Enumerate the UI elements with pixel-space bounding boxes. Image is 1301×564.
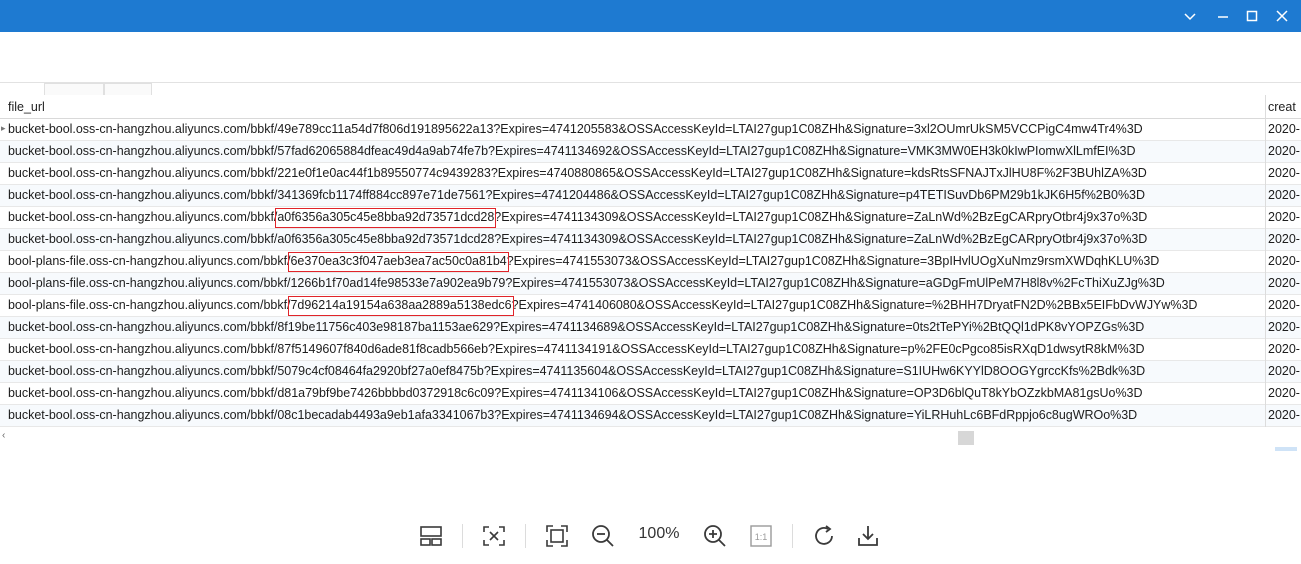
table-row[interactable]: bucket-bool.oss-cn-hangzhou.aliyuncs.com…: [0, 317, 1301, 339]
actual-size-label: 1:1: [755, 532, 768, 542]
cell-create[interactable]: 2020-: [1268, 320, 1301, 334]
cell-file-url[interactable]: bucket-bool.oss-cn-hangzhou.aliyuncs.com…: [8, 408, 1137, 422]
thumbnails-icon[interactable]: [415, 520, 447, 552]
toolbar-separator: [792, 524, 793, 548]
cell-file-url[interactable]: bucket-bool.oss-cn-hangzhou.aliyuncs.com…: [8, 342, 1145, 356]
table-row[interactable]: bucket-bool.oss-cn-hangzhou.aliyuncs.com…: [0, 229, 1301, 251]
column-separator: [1265, 141, 1266, 163]
actual-size-icon[interactable]: 1:1: [745, 520, 777, 552]
cell-create[interactable]: 2020-: [1268, 254, 1301, 268]
column-separator: [1265, 295, 1266, 317]
cell-file-url[interactable]: bucket-bool.oss-cn-hangzhou.aliyuncs.com…: [8, 386, 1143, 400]
table-row[interactable]: bucket-bool.oss-cn-hangzhou.aliyuncs.com…: [0, 163, 1301, 185]
download-icon[interactable]: [852, 520, 884, 552]
column-separator: [1265, 229, 1266, 251]
table-row[interactable]: bool-plans-file.oss-cn-hangzhou.aliyuncs…: [0, 295, 1301, 317]
toolbar-separator: [525, 524, 526, 548]
column-separator: [1265, 273, 1266, 295]
column-separator: [1265, 339, 1266, 361]
fullscreen-icon[interactable]: [541, 520, 573, 552]
column-header-file-url: file_url: [8, 100, 45, 114]
column-separator: [1265, 95, 1266, 119]
fit-window-icon[interactable]: [478, 520, 510, 552]
image-viewer: file_url creat ▸ bucket-bool.oss-cn-hangz…: [0, 32, 1301, 510]
screenshot-image: file_url creat ▸ bucket-bool.oss-cn-hangz…: [0, 82, 1301, 482]
column-header-create: creat: [1268, 100, 1296, 114]
column-separator: [1265, 185, 1266, 207]
cell-file-url[interactable]: bucket-bool.oss-cn-hangzhou.aliyuncs.com…: [8, 320, 1144, 334]
cell-create[interactable]: 2020-: [1268, 210, 1301, 224]
cell-file-url[interactable]: bool-plans-file.oss-cn-hangzhou.aliyuncs…: [8, 298, 1197, 312]
cell-file-url[interactable]: bucket-bool.oss-cn-hangzhou.aliyuncs.com…: [8, 122, 1143, 136]
minimize-icon[interactable]: [1213, 6, 1233, 26]
cell-create[interactable]: 2020-: [1268, 122, 1301, 136]
highlight-box: [275, 208, 497, 228]
cell-create[interactable]: 2020-: [1268, 232, 1301, 246]
cell-create[interactable]: 2020-: [1268, 342, 1301, 356]
table-row[interactable]: bucket-bool.oss-cn-hangzhou.aliyuncs.com…: [0, 405, 1301, 427]
cell-create[interactable]: 2020-: [1268, 188, 1301, 202]
column-separator: [1265, 361, 1266, 383]
column-separator: [1265, 207, 1266, 229]
column-separator: [1265, 383, 1266, 405]
cell-file-url[interactable]: bucket-bool.oss-cn-hangzhou.aliyuncs.com…: [8, 210, 1147, 224]
viewer-toolbar: 100% 1:1: [0, 510, 1301, 564]
horizontal-scrollbar[interactable]: ‹: [0, 430, 1301, 445]
cell-create[interactable]: 2020-: [1268, 408, 1301, 422]
column-separator: [1265, 405, 1266, 427]
grid-rows: ▸ bucket-bool.oss-cn-hangzhou.aliyuncs.co…: [0, 119, 1301, 427]
cell-create[interactable]: 2020-: [1268, 144, 1301, 158]
table-row[interactable]: ▸ bucket-bool.oss-cn-hangzhou.aliyuncs.co…: [0, 119, 1301, 141]
zoom-in-icon[interactable]: [699, 520, 731, 552]
cell-file-url[interactable]: bucket-bool.oss-cn-hangzhou.aliyuncs.com…: [8, 232, 1147, 246]
column-separator: [1265, 163, 1266, 185]
row-indicator-icon: ▸: [1, 123, 6, 133]
scrollbar-thumb[interactable]: [958, 431, 974, 445]
rotate-icon[interactable]: [808, 520, 840, 552]
cell-create[interactable]: 2020-: [1268, 276, 1301, 290]
table-row[interactable]: bucket-bool.oss-cn-hangzhou.aliyuncs.com…: [0, 361, 1301, 383]
title-bar: [0, 0, 1301, 32]
highlight-box: [288, 296, 514, 316]
zoom-out-icon[interactable]: [587, 520, 619, 552]
cell-file-url[interactable]: bucket-bool.oss-cn-hangzhou.aliyuncs.com…: [8, 144, 1136, 158]
zoom-level: 100%: [638, 525, 680, 542]
cell-create[interactable]: 2020-: [1268, 386, 1301, 400]
cell-file-url[interactable]: bucket-bool.oss-cn-hangzhou.aliyuncs.com…: [8, 166, 1147, 180]
table-row[interactable]: bucket-bool.oss-cn-hangzhou.aliyuncs.com…: [0, 207, 1301, 229]
collapse-chevron-icon[interactable]: [1180, 6, 1200, 26]
column-separator: [1265, 317, 1266, 339]
table-row[interactable]: bucket-bool.oss-cn-hangzhou.aliyuncs.com…: [0, 185, 1301, 207]
table-row[interactable]: bucket-bool.oss-cn-hangzhou.aliyuncs.com…: [0, 141, 1301, 163]
grid-header: file_url creat: [0, 95, 1301, 119]
table-row[interactable]: bool-plans-file.oss-cn-hangzhou.aliyuncs…: [0, 251, 1301, 273]
highlight-box: [288, 252, 509, 272]
cell-create[interactable]: 2020-: [1268, 364, 1301, 378]
column-separator: [1265, 251, 1266, 273]
toolbar-separator: [462, 524, 463, 548]
close-icon[interactable]: [1272, 6, 1292, 26]
cell-create[interactable]: 2020-: [1268, 166, 1301, 180]
scroll-left-icon[interactable]: ‹: [2, 430, 5, 441]
table-row[interactable]: bucket-bool.oss-cn-hangzhou.aliyuncs.com…: [0, 383, 1301, 405]
cell-file-url[interactable]: bool-plans-file.oss-cn-hangzhou.aliyuncs…: [8, 276, 1165, 290]
selection-bar: [1275, 447, 1297, 451]
cell-file-url[interactable]: bucket-bool.oss-cn-hangzhou.aliyuncs.com…: [8, 364, 1145, 378]
table-row[interactable]: bool-plans-file.oss-cn-hangzhou.aliyuncs…: [0, 273, 1301, 295]
cell-file-url[interactable]: bucket-bool.oss-cn-hangzhou.aliyuncs.com…: [8, 188, 1145, 202]
cell-file-url[interactable]: bool-plans-file.oss-cn-hangzhou.aliyuncs…: [8, 254, 1159, 268]
column-separator: [1265, 119, 1266, 141]
cell-create[interactable]: 2020-: [1268, 298, 1301, 312]
table-row[interactable]: bucket-bool.oss-cn-hangzhou.aliyuncs.com…: [0, 339, 1301, 361]
maximize-icon[interactable]: [1242, 6, 1262, 26]
